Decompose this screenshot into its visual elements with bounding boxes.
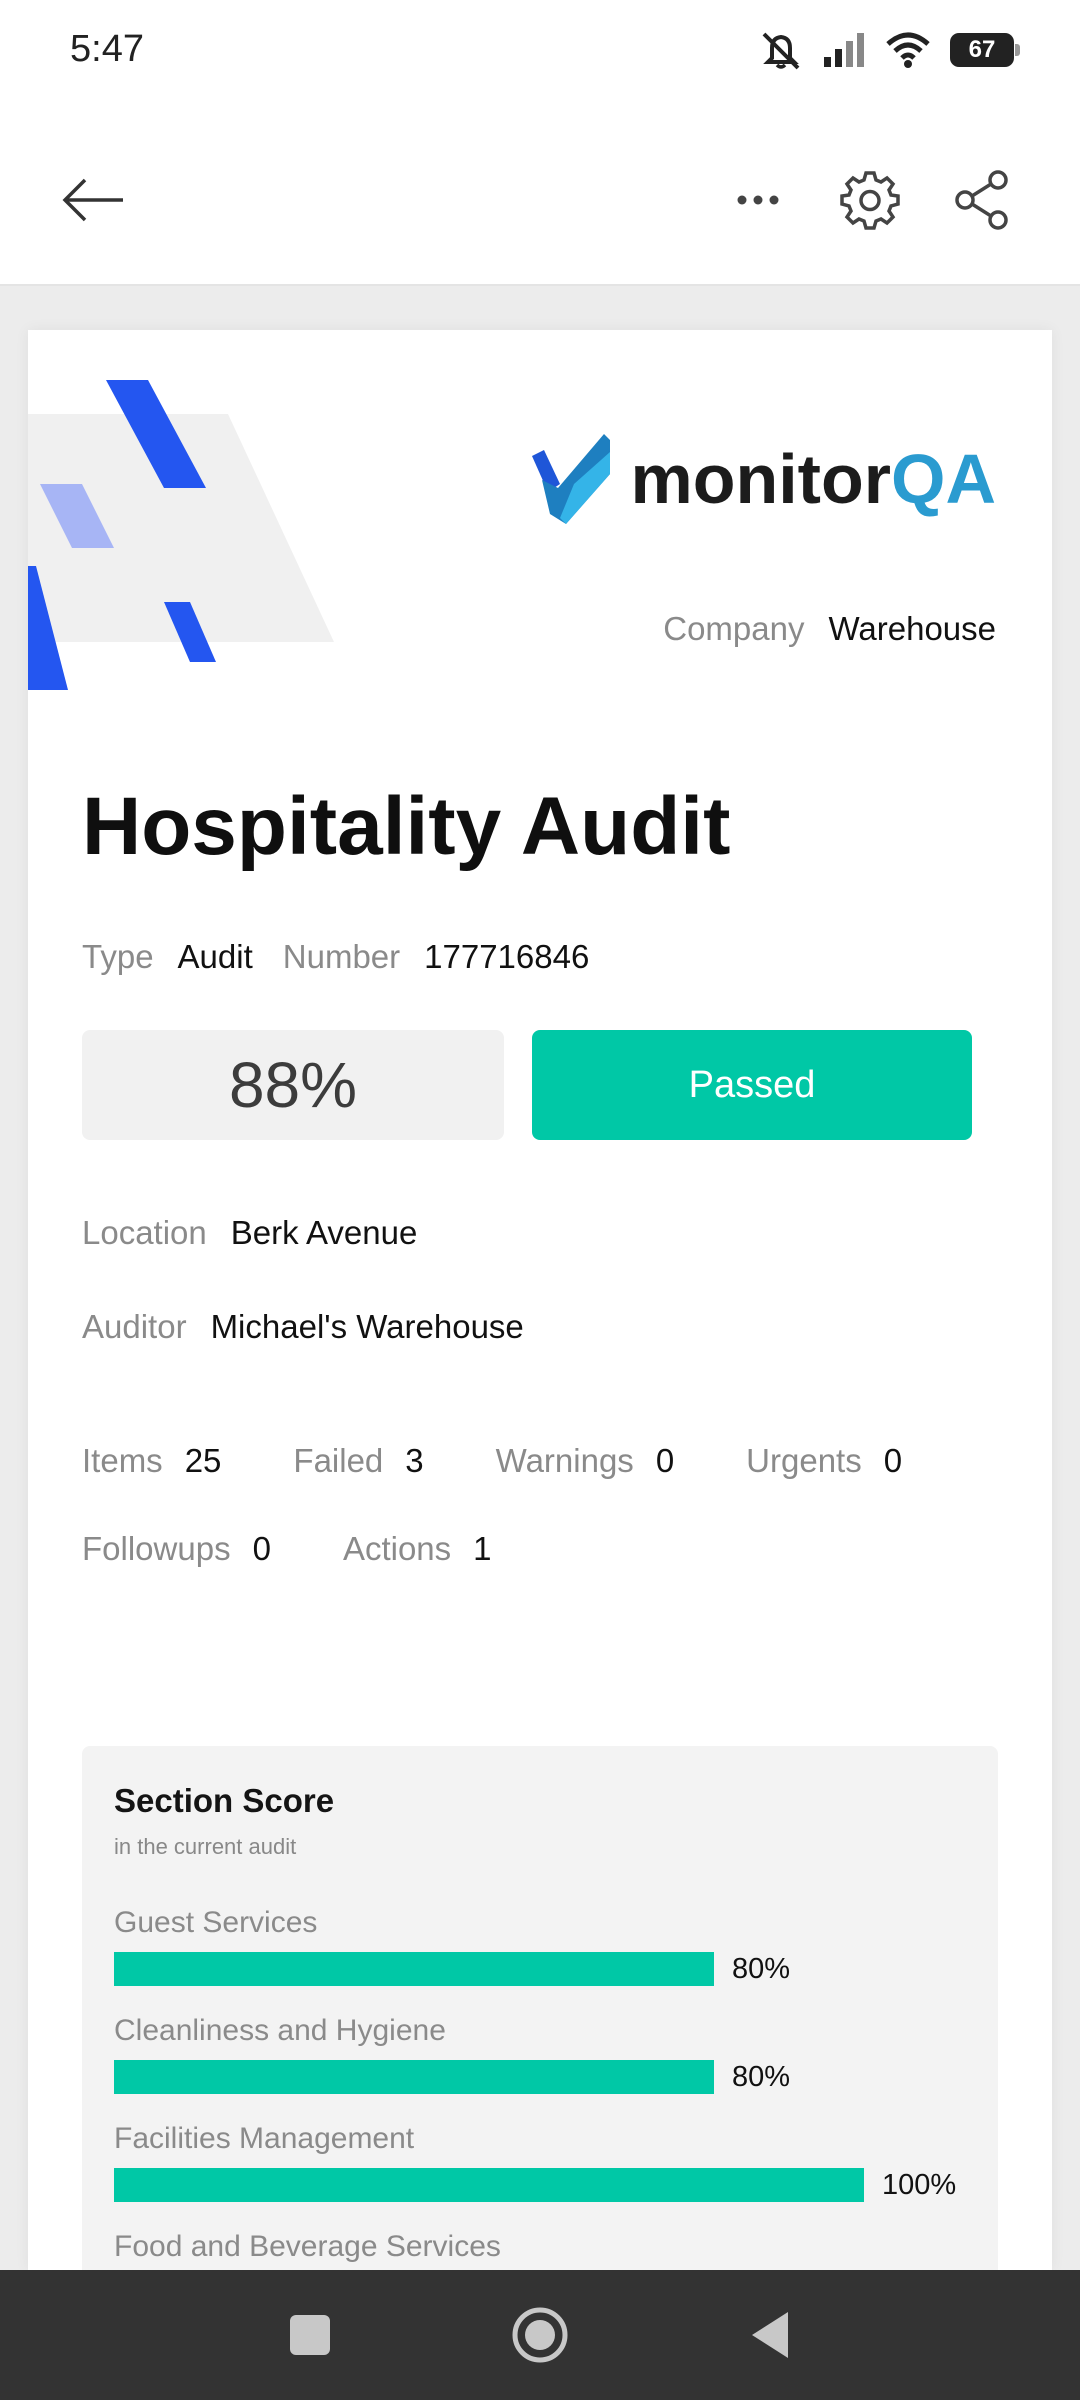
stat-actions-label: Actions bbox=[342, 1530, 452, 1567]
stats-row-1: Items 25 Failed 3 Warnings 0 Urgents 0 bbox=[82, 1442, 902, 1480]
section-item-label: Cleanliness and Hygiene bbox=[114, 2014, 446, 2047]
section-item-label: Guest Services bbox=[114, 1906, 318, 1939]
stat-followups-value: 0 bbox=[252, 1530, 271, 1567]
stat-urgents-value: 0 bbox=[883, 1442, 903, 1479]
auditor-row: Auditor Michael's Warehouse bbox=[82, 1308, 554, 1346]
stat-failed: Failed 3 bbox=[293, 1442, 423, 1480]
signal-icon bbox=[824, 33, 864, 67]
stat-warnings: Warnings 0 bbox=[496, 1442, 675, 1480]
recents-button[interactable] bbox=[275, 2300, 345, 2370]
result-badge: Passed bbox=[532, 1030, 972, 1140]
logo-text-main: monitor bbox=[630, 440, 891, 518]
section-item: Facilities Management 100% bbox=[114, 2122, 974, 2202]
stat-warnings-value: 0 bbox=[655, 1442, 675, 1479]
section-score-panel: Section Score in the current audit Guest… bbox=[82, 1746, 998, 2270]
stat-actions-value: 1 bbox=[473, 1530, 492, 1567]
score-box: 88% bbox=[82, 1030, 504, 1140]
stat-urgents-label: Urgents bbox=[746, 1442, 862, 1479]
stat-actions: Actions 1 bbox=[343, 1530, 492, 1568]
section-item-bar bbox=[114, 2168, 864, 2202]
type-value: Audit bbox=[177, 938, 253, 975]
stat-warnings-label: Warnings bbox=[495, 1442, 634, 1479]
app-bar bbox=[0, 110, 1080, 286]
battery-indicator: 67 bbox=[950, 33, 1020, 67]
decoration-graphic bbox=[28, 380, 334, 690]
location-value: Berk Avenue bbox=[230, 1214, 418, 1251]
logo-check-icon bbox=[532, 434, 611, 524]
settings-button[interactable] bbox=[830, 160, 910, 240]
wifi-icon bbox=[886, 32, 930, 68]
stat-failed-value: 3 bbox=[405, 1442, 424, 1479]
section-item-percent: 80% bbox=[732, 1953, 791, 1985]
section-item-bar bbox=[114, 2060, 714, 2094]
status-icons: 67 bbox=[758, 30, 1020, 70]
type-number-row: Type Audit Number 177716846 bbox=[82, 938, 619, 976]
type-label: Type bbox=[82, 938, 154, 975]
section-item-percent: 80% bbox=[732, 2061, 791, 2093]
report-card: monitorQA Company Warehouse Hospitality … bbox=[28, 330, 1052, 2270]
stat-urgents: Urgents 0 bbox=[746, 1442, 902, 1480]
home-button[interactable] bbox=[505, 2300, 575, 2370]
stat-items-label: Items bbox=[82, 1442, 163, 1479]
section-score-subtitle: in the current audit bbox=[114, 1834, 297, 1859]
stat-items-value: 25 bbox=[184, 1442, 222, 1479]
stat-items: Items 25 bbox=[82, 1442, 221, 1480]
gear-icon bbox=[840, 171, 900, 230]
home-icon bbox=[512, 2307, 568, 2363]
section-item-label: Food and Beverage Services bbox=[114, 2230, 501, 2263]
company-value: Warehouse bbox=[828, 610, 996, 647]
section-item-bar bbox=[114, 1952, 714, 1986]
section-item: Cleanliness and Hygiene 80% bbox=[114, 2014, 974, 2094]
company-label: Company bbox=[663, 610, 805, 647]
logo-text-accent: QA bbox=[891, 440, 996, 518]
stat-followups-label: Followups bbox=[82, 1530, 231, 1567]
recents-icon bbox=[290, 2315, 330, 2355]
system-back-button[interactable] bbox=[735, 2300, 805, 2370]
stats-row-2: Followups 0 Actions 1 bbox=[82, 1530, 564, 1568]
back-arrow-icon bbox=[62, 178, 123, 222]
location-label: Location bbox=[82, 1214, 207, 1251]
more-icon bbox=[737, 195, 779, 205]
number-label: Number bbox=[282, 938, 401, 975]
section-item-percent: 100% bbox=[882, 2169, 957, 2201]
stat-followups: Followups 0 bbox=[82, 1530, 271, 1568]
stat-failed-label: Failed bbox=[293, 1442, 384, 1479]
monitorqa-logo: monitorQA bbox=[532, 432, 996, 526]
mute-icon bbox=[762, 32, 800, 70]
section-item-label: Facilities Management bbox=[114, 2122, 415, 2155]
back-button[interactable] bbox=[54, 160, 134, 240]
back-icon bbox=[752, 2312, 788, 2358]
company-field: Company Warehouse bbox=[663, 610, 996, 648]
status-bar: 5:47 67 bbox=[0, 0, 1080, 110]
share-icon bbox=[955, 170, 1008, 230]
auditor-label: Auditor bbox=[82, 1308, 187, 1345]
location-row: Location Berk Avenue bbox=[82, 1214, 447, 1252]
section-score-title: Section Score bbox=[114, 1782, 335, 1819]
auditor-value: Michael's Warehouse bbox=[210, 1308, 524, 1345]
more-button[interactable] bbox=[718, 160, 798, 240]
number-value: 177716846 bbox=[424, 938, 590, 975]
section-item: Guest Services 80% bbox=[114, 1906, 974, 1986]
report-title: Hospitality Audit bbox=[82, 781, 731, 872]
share-button[interactable] bbox=[942, 160, 1022, 240]
section-item: Food and Beverage Services bbox=[114, 2230, 974, 2264]
system-nav-bar bbox=[0, 2270, 1080, 2400]
status-time: 5:47 bbox=[70, 28, 144, 70]
